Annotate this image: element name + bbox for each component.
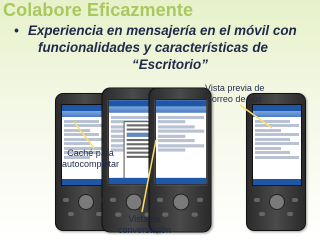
callout-conversation-view: Vista de conversación bbox=[118, 214, 171, 236]
callout-autocomplete-cache: Caché para autocompletar bbox=[62, 148, 119, 170]
callout-autocomplete-line-1: Caché para bbox=[67, 148, 114, 158]
callout-lines bbox=[73, 104, 273, 213]
callout-autocomplete-line-2: autocompletar bbox=[62, 159, 120, 169]
callout-voicemail-line-1: Vista previa de bbox=[205, 83, 265, 93]
callout-voicemail-preview: Vista previa de correo de voz bbox=[205, 83, 264, 105]
callout-conversation-line-1: Vista de bbox=[128, 214, 161, 224]
callout-voicemail-line-2: correo de voz bbox=[207, 94, 262, 104]
callout-conversation-line-2: conversación bbox=[118, 225, 172, 235]
